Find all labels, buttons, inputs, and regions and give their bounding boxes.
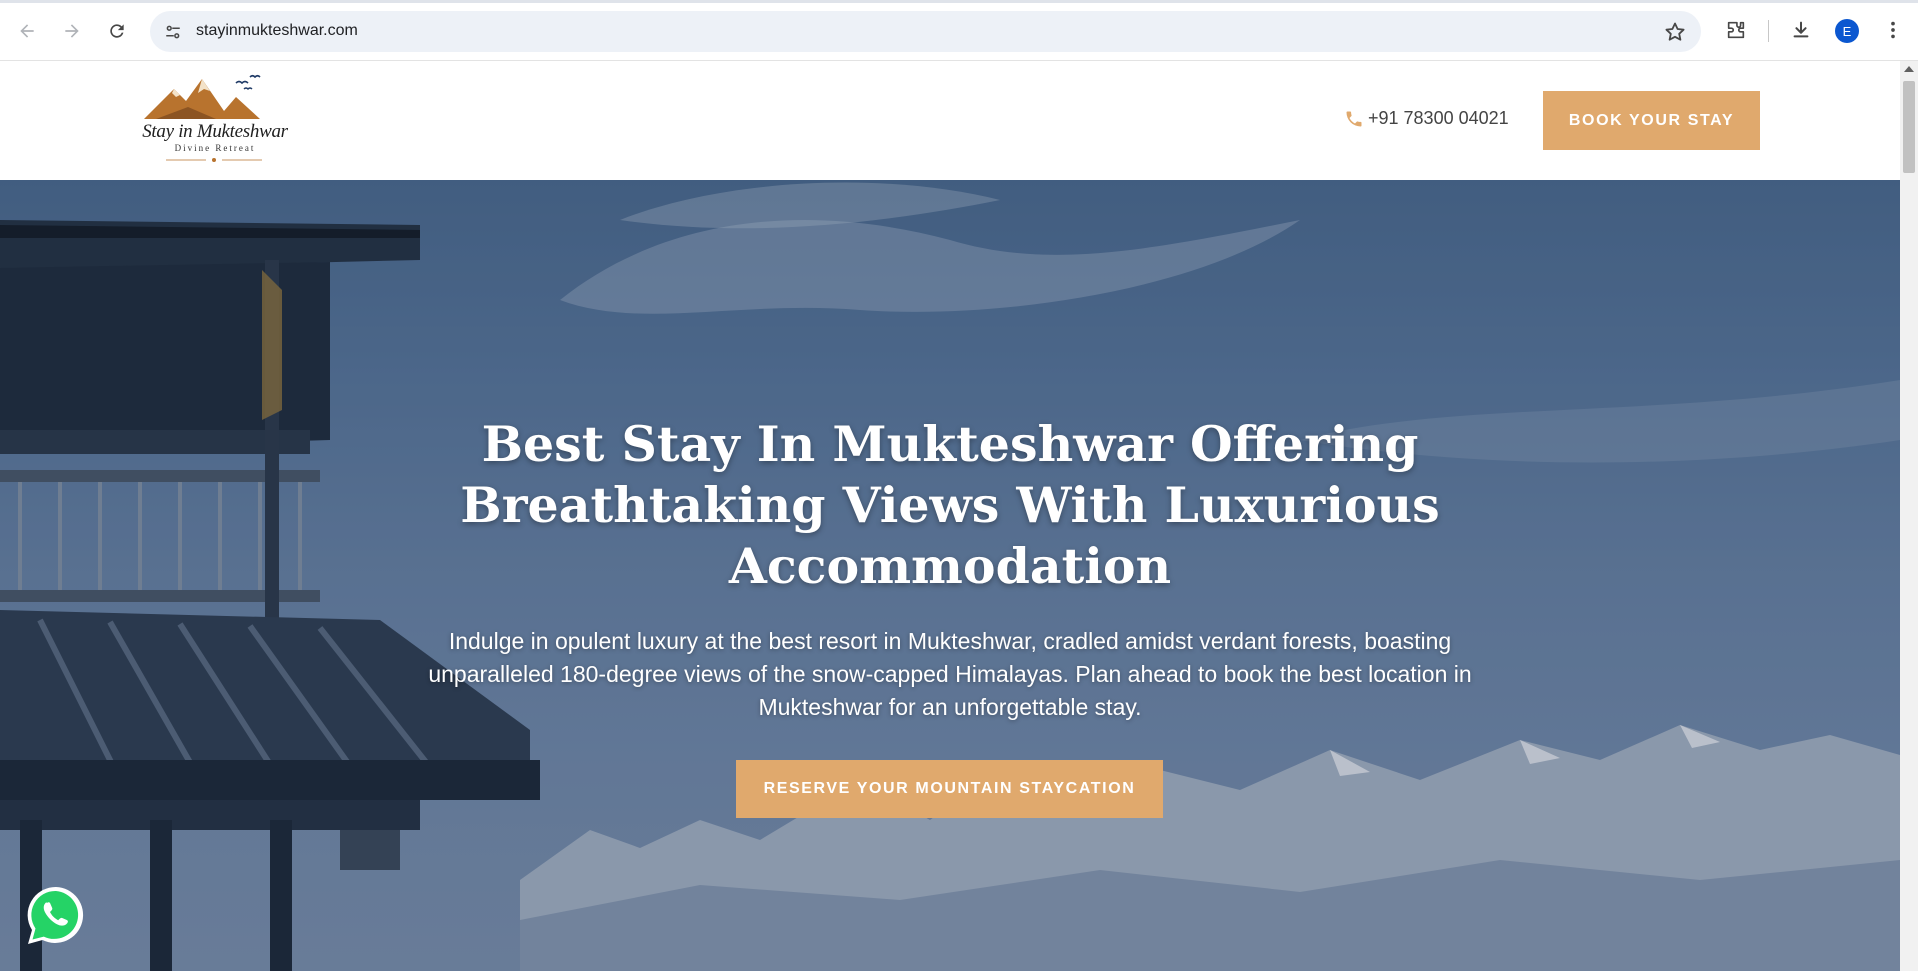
logo-ornament-icon (166, 158, 262, 162)
forward-button[interactable] (55, 14, 89, 48)
tab-strip-edge (0, 0, 1918, 3)
back-button[interactable] (10, 14, 44, 48)
extensions-button[interactable] (1722, 16, 1750, 44)
mountain-logo-icon (144, 74, 261, 119)
forward-arrow-icon (65, 24, 79, 38)
reserve-staycation-button[interactable]: RESERVE YOUR MOUNTAIN STAYCATION (736, 760, 1163, 818)
back-arrow-icon (20, 24, 34, 38)
hero-subtitle: Indulge in opulent luxury at the best re… (428, 628, 1472, 720)
extensions-icon (1727, 21, 1745, 39)
bookmark-star-icon[interactable] (1663, 20, 1687, 44)
scroll-thumb[interactable] (1903, 81, 1915, 173)
hero-title: Best Stay In Mukteshwar Offering Breatht… (460, 415, 1440, 595)
browser-toolbar: stayinmukteshwar.com E (0, 0, 1918, 61)
site-info-button[interactable] (160, 19, 186, 45)
logo-tagline: Divine Retreat (174, 143, 256, 153)
menu-kebab-icon (1891, 21, 1895, 39)
profile-avatar[interactable]: E (1835, 19, 1859, 43)
address-bar[interactable]: stayinmukteshwar.com (150, 11, 1701, 52)
hero-section: Best Stay In Mukteshwar Offering Breatht… (0, 180, 1900, 971)
logo-name: Stay in Mukteshwar (142, 121, 288, 142)
phone-link[interactable]: +91 78300 04021 (1344, 108, 1509, 129)
site-info-icon (166, 25, 180, 39)
page-scrollbar[interactable] (1900, 61, 1918, 971)
scroll-up-arrow-icon[interactable] (1904, 66, 1914, 72)
phone-icon (1346, 111, 1362, 126)
reload-icon (110, 24, 124, 38)
whatsapp-icon[interactable] (23, 883, 89, 949)
toolbar-divider (1768, 20, 1769, 42)
reload-button[interactable] (100, 14, 134, 48)
url-text[interactable]: stayinmukteshwar.com (196, 22, 358, 40)
site-header: Stay in Mukteshwar Divine Retreat +91 78… (0, 61, 1900, 180)
browser-menu-button[interactable] (1879, 16, 1907, 44)
download-button[interactable] (1787, 16, 1815, 44)
phone-number: +91 78300 04021 (1368, 108, 1509, 128)
download-icon (1793, 21, 1809, 38)
book-your-stay-button[interactable]: BOOK YOUR STAY (1543, 91, 1760, 150)
site-logo[interactable]: Stay in Mukteshwar Divine Retreat (136, 73, 292, 165)
